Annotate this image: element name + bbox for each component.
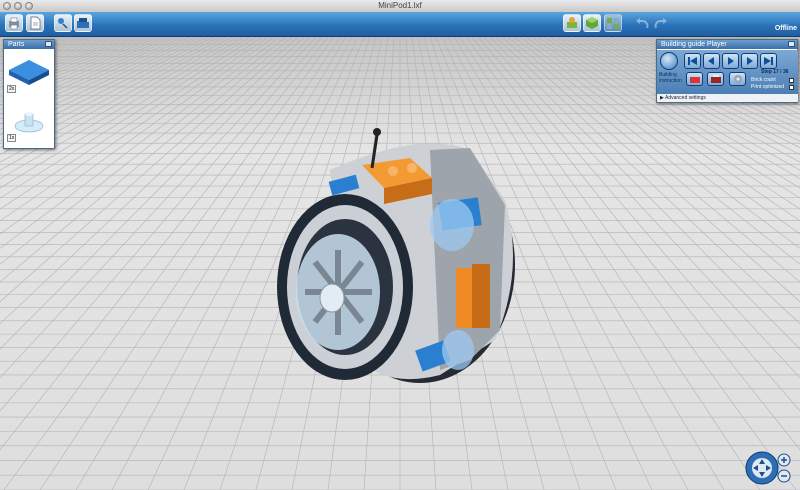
connection-status: Offline <box>774 25 797 32</box>
globe-icon[interactable] <box>660 52 678 70</box>
new-file-button[interactable] <box>26 14 44 32</box>
print-icon <box>9 17 19 30</box>
gear-icon <box>733 75 742 83</box>
printed-brick-icon <box>710 75 721 83</box>
parts-panel-title: Parts <box>8 41 25 48</box>
building-guide-player: Building guide Player Building instructi… <box>656 39 798 103</box>
new-file-icon <box>30 16 41 30</box>
share-icon <box>58 18 68 29</box>
next-step-button[interactable] <box>741 53 758 69</box>
brick-count-checkbox[interactable] <box>789 78 794 83</box>
undo-button[interactable] <box>634 16 650 37</box>
redo-icon <box>654 18 667 29</box>
red-brick-icon <box>689 77 700 83</box>
print-optimized-label: Print optimized <box>751 84 785 90</box>
model-viewport[interactable] <box>0 37 800 490</box>
instruction-settings-button[interactable] <box>729 72 746 86</box>
parts-panel-collapse-button[interactable] <box>45 41 52 47</box>
print-button[interactable] <box>5 14 23 32</box>
advanced-settings-toggle[interactable]: ▶ Advanced settings <box>657 94 798 102</box>
main-toolbar <box>0 12 800 37</box>
previous-step-icon <box>708 57 714 65</box>
guide-mode-button[interactable] <box>604 14 622 32</box>
brick-count-label: Brick count <box>751 77 776 83</box>
instruction-brick-red-button[interactable] <box>686 72 703 86</box>
building-instruction-label: Building instruction <box>659 72 682 84</box>
next-step-icon <box>747 57 753 65</box>
parts-count-badge: 1x <box>7 134 17 142</box>
parts-panel-header: Parts <box>4 40 54 49</box>
open-file-button[interactable] <box>74 14 92 32</box>
share-button[interactable] <box>54 14 72 32</box>
guide-player-controls: Building instruction Step 17 / 36 Brick … <box>657 50 798 94</box>
navigation-dial-icon <box>745 451 791 485</box>
parts-item-blue-plate[interactable]: 2x <box>5 52 53 96</box>
guide-player-title: Building guide Player <box>661 41 727 48</box>
window-title: MiniPod1.lxf <box>378 1 422 10</box>
last-step-button[interactable] <box>760 53 777 69</box>
previous-step-button[interactable] <box>703 53 720 69</box>
parts-count-badge: 2x <box>7 85 17 93</box>
first-step-icon <box>688 57 697 65</box>
first-step-button[interactable] <box>684 53 701 69</box>
parts-panel: Parts 2x 1x <box>3 39 55 149</box>
parts-item-clear-part[interactable]: 1x <box>5 100 53 144</box>
build-mode-button[interactable] <box>563 14 581 32</box>
last-step-icon <box>764 57 773 65</box>
guide-player-header: Building guide Player <box>657 40 797 49</box>
undo-icon <box>636 18 649 29</box>
play-step-button[interactable] <box>722 53 739 69</box>
advanced-settings-label: Advanced settings <box>664 95 706 101</box>
view-mode-icon <box>586 17 598 29</box>
step-indicator: Step 17 / 36 <box>761 69 789 75</box>
open-file-icon <box>77 18 89 28</box>
expand-arrow-icon: ▶ <box>660 95 664 101</box>
build-mode-icon <box>567 17 577 28</box>
camera-navigation-control[interactable] <box>744 449 794 487</box>
redo-button[interactable] <box>653 16 669 37</box>
print-optimized-checkbox[interactable] <box>789 85 794 90</box>
guide-mode-icon <box>607 18 619 29</box>
build-canvas[interactable]: Parts 2x 1x Building guide Player Buildi… <box>0 37 800 490</box>
guide-player-collapse-button[interactable] <box>788 41 795 47</box>
play-icon <box>728 57 734 65</box>
instruction-brick-print-button[interactable] <box>707 72 724 86</box>
view-mode-button[interactable] <box>583 14 601 32</box>
